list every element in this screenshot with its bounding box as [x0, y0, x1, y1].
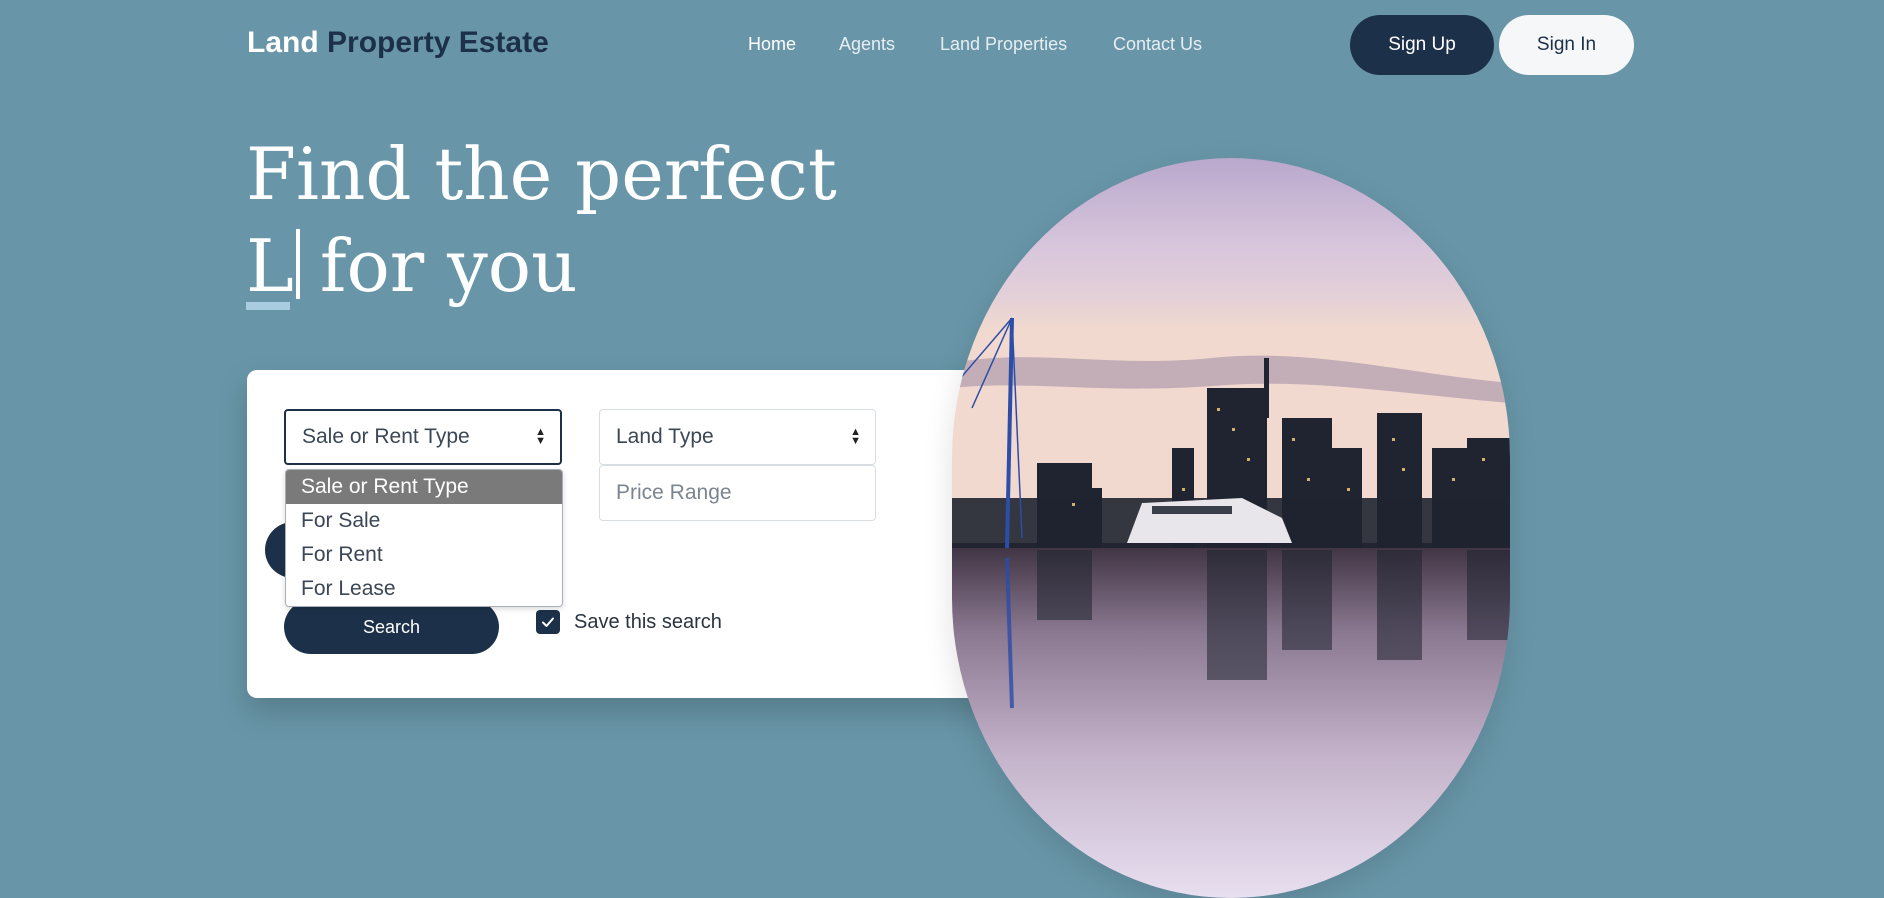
check-icon [542, 617, 554, 627]
nav-link-home[interactable]: Home [748, 34, 796, 55]
nav-link-contact-us[interactable]: Contact Us [1113, 34, 1202, 55]
price-range-input[interactable] [599, 465, 876, 521]
land-type-value: Land Type [616, 425, 714, 448]
search-card: Sale or Rent Type ▲▼ Land Type ▲▼ Search… [247, 370, 1041, 698]
brand-part-land: Land [247, 26, 319, 59]
typed-word: L [246, 220, 294, 312]
dropdown-option-for-rent[interactable]: For Rent [286, 538, 562, 572]
city-skyline-image [952, 158, 1510, 898]
sale-rent-type-select[interactable]: Sale or Rent Type ▲ ▼ [284, 409, 562, 465]
land-type-select[interactable]: Land Type ▲ ▼ [599, 409, 876, 465]
skyline-illustration [952, 158, 1510, 898]
dropdown-option-for-lease[interactable]: For Lease [286, 572, 562, 606]
save-search-label: Save this search [574, 610, 722, 633]
sale-rent-type-value: Sale or Rent Type [302, 425, 470, 448]
sale-rent-type-dropdown: Sale or Rent Type For Sale For Rent For … [285, 469, 563, 607]
dropdown-option-sale-or-rent-type[interactable]: Sale or Rent Type [286, 470, 562, 504]
hero-line-2-rest: for you [319, 224, 578, 308]
sign-up-button[interactable]: Sign Up [1350, 15, 1494, 75]
brand-part-property-estate: Property Estate [327, 26, 549, 59]
brand-logo[interactable]: Land Property Estate [247, 26, 549, 60]
search-button[interactable]: Search [284, 600, 499, 654]
nav-link-agents[interactable]: Agents [839, 34, 895, 55]
sign-in-button[interactable]: Sign In [1499, 15, 1634, 75]
save-search-checkbox[interactable] [536, 610, 560, 634]
hero-heading: Find the perfect Lfor you [246, 128, 837, 312]
sort-arrows-icon: ▲ ▼ [535, 426, 546, 447]
dropdown-option-for-sale[interactable]: For Sale [286, 504, 562, 538]
sort-arrows-icon: ▲ ▼ [850, 426, 861, 447]
typing-caret [295, 229, 300, 299]
hero-line-1: Find the perfect [246, 132, 837, 216]
hero-line-2: Lfor you [246, 220, 837, 312]
save-search-option[interactable]: Save this search [536, 610, 722, 634]
nav-link-land-properties[interactable]: Land Properties [940, 34, 1067, 55]
